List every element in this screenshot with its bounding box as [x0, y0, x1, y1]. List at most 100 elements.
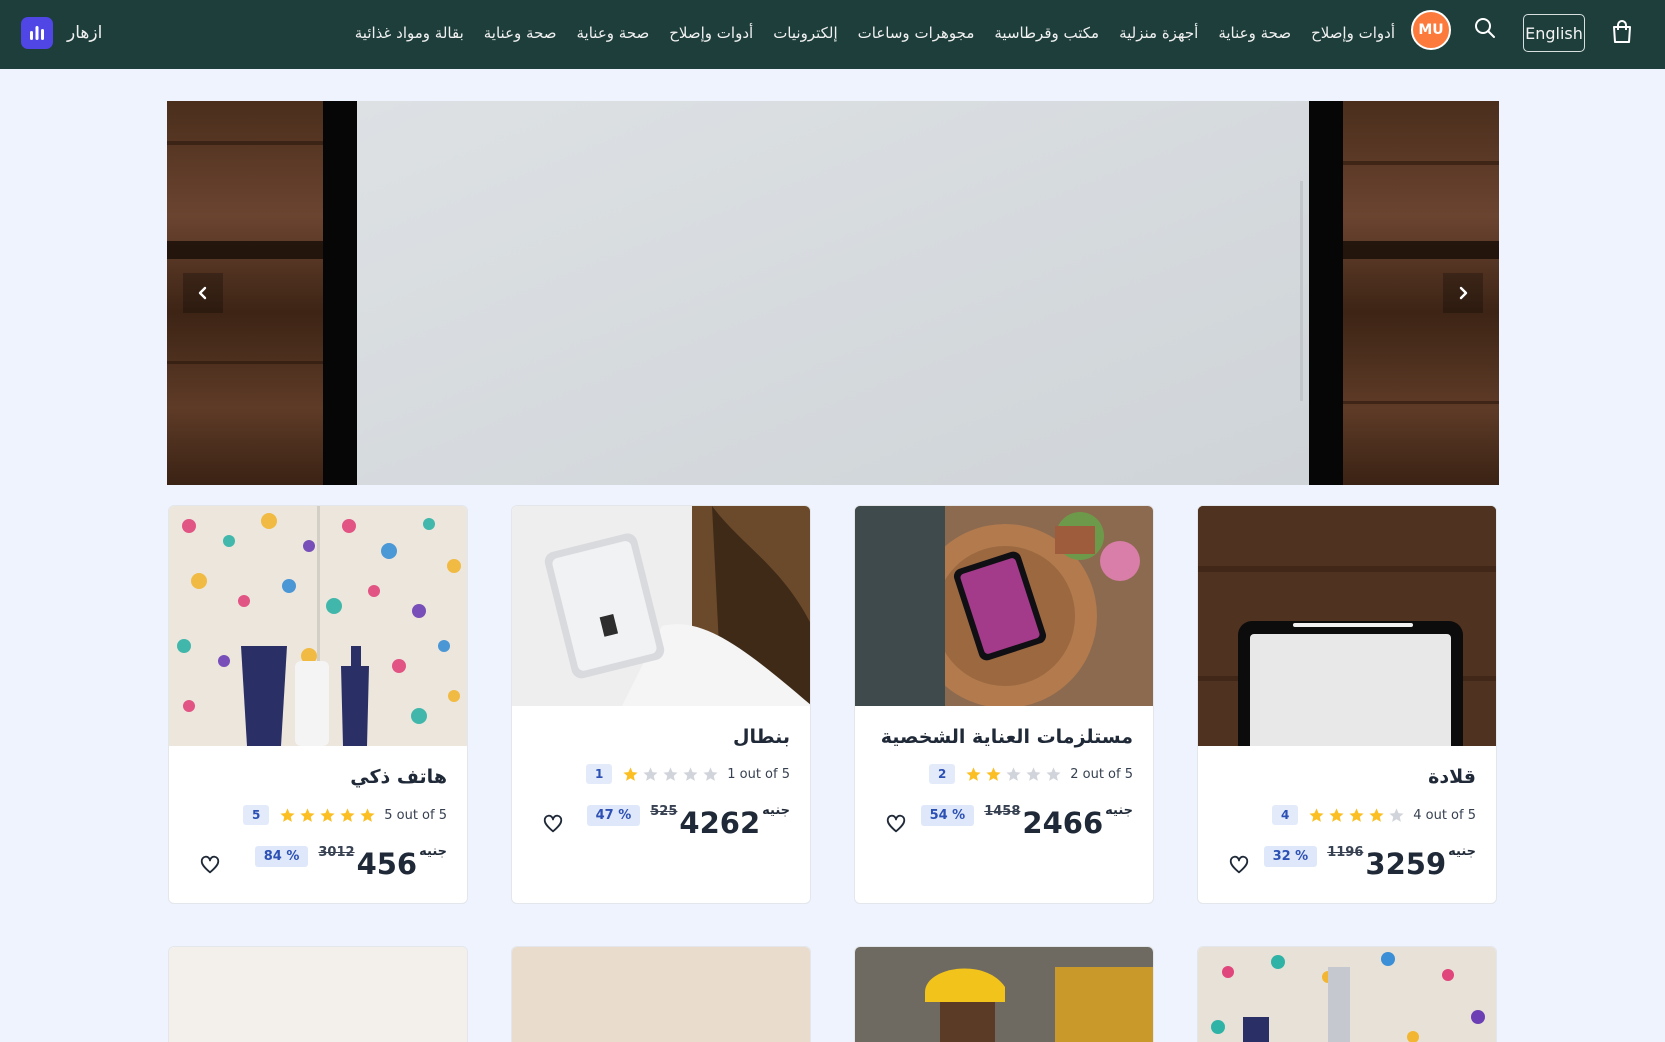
- nav-link-health-care-2[interactable]: صحة وعناية: [577, 24, 650, 42]
- star-filled-icon: [1329, 807, 1344, 822]
- rating-count-badge: 4: [1272, 805, 1299, 825]
- brand[interactable]: ازهار: [21, 17, 102, 49]
- price-row: 47 % 525 4262 جنيه: [586, 801, 790, 841]
- currency: جنيه: [419, 844, 447, 859]
- star-empty-icon: [1046, 766, 1061, 781]
- star-filled-icon: [623, 766, 638, 781]
- product-card[interactable]: [1197, 946, 1497, 1042]
- discount-badge: 32 %: [1263, 846, 1318, 867]
- star-filled-icon: [300, 807, 315, 822]
- nav-link-tools-2[interactable]: أدوات وإصلاح: [1311, 24, 1395, 42]
- user-avatar[interactable]: MU: [1411, 10, 1451, 50]
- wishlist-button[interactable]: [199, 854, 221, 876]
- star-empty-icon: [1026, 766, 1041, 781]
- old-price: 3012: [318, 845, 355, 860]
- price: 2466: [1022, 806, 1104, 840]
- rating-count-badge: 2: [929, 764, 956, 784]
- price: 3259: [1365, 847, 1447, 881]
- product-title[interactable]: بنطال: [530, 726, 790, 748]
- rating-text: 5 out of 5: [384, 807, 447, 823]
- product-card[interactable]: بنطال 1 1 out of 5 47 % 525 4262 جنيه: [511, 505, 811, 904]
- star-filled-icon: [280, 807, 295, 822]
- star-filled-icon: [986, 766, 1001, 781]
- product-card[interactable]: قلادة 4 4 out of 5 32 % 1196 3259 جنيه: [1197, 505, 1497, 904]
- nav-link-tools[interactable]: أدوات وإصلاح: [669, 24, 753, 42]
- product-rating: 1 1 out of 5: [586, 763, 790, 785]
- star-rating: [622, 766, 719, 783]
- search-button[interactable]: [1474, 17, 1498, 41]
- product-image[interactable]: [1198, 506, 1496, 746]
- carousel-prev-button[interactable]: [183, 273, 223, 313]
- product-image[interactable]: [855, 947, 1154, 1042]
- product-image[interactable]: [1198, 947, 1497, 1042]
- old-price: 1458: [984, 804, 1021, 819]
- nav-link-health-care-3[interactable]: صحة وعناية: [1218, 24, 1291, 42]
- wishlist-button[interactable]: [885, 813, 907, 835]
- heart-icon: [1229, 855, 1249, 874]
- heart-icon: [200, 855, 220, 874]
- heart-icon: [886, 814, 906, 833]
- product-image[interactable]: [512, 947, 811, 1042]
- star-empty-icon: [683, 766, 698, 781]
- product-title[interactable]: مستلزمات العناية الشخصية: [873, 726, 1133, 748]
- star-empty-icon: [663, 766, 678, 781]
- product-card[interactable]: [854, 946, 1154, 1042]
- nav-link-office[interactable]: مكتب وقرطاسية: [994, 24, 1099, 42]
- star-filled-icon: [1369, 807, 1384, 822]
- currency: جنيه: [762, 803, 790, 818]
- cart-icon: [1613, 20, 1631, 43]
- product-rating: 2 2 out of 5: [929, 763, 1133, 785]
- product-title[interactable]: قلادة: [1216, 766, 1476, 788]
- chevron-left-icon: [198, 286, 207, 300]
- product-card[interactable]: [511, 946, 811, 1042]
- chevron-right-icon: [1459, 286, 1468, 300]
- nav-link-grocery[interactable]: بقالة ومواد غذائية: [355, 24, 464, 42]
- product-card[interactable]: هاتف ذكي 5 5 out of 5 84 % 3012 456 جنيه: [168, 505, 468, 904]
- nav-link-appliances[interactable]: أجهزة منزلية: [1119, 24, 1198, 42]
- product-title[interactable]: هاتف ذكي: [187, 766, 447, 788]
- hero-image: [167, 101, 1499, 485]
- discount-badge: 54 %: [920, 805, 975, 826]
- price-row: 54 % 1458 2466 جنيه: [920, 801, 1133, 841]
- star-rating: [1308, 807, 1405, 824]
- product-image[interactable]: [855, 506, 1153, 706]
- brand-name: ازهار: [67, 23, 103, 43]
- old-price: 525: [650, 804, 678, 819]
- wishlist-button[interactable]: [542, 813, 564, 835]
- rating-text: 1 out of 5: [727, 766, 790, 782]
- star-filled-icon: [1309, 807, 1324, 822]
- bar-chart-logo-icon: [21, 17, 53, 49]
- star-filled-icon: [340, 807, 355, 822]
- discount-badge: 47 %: [586, 805, 641, 826]
- search-icon: [1475, 18, 1495, 38]
- discount-badge: 84 %: [254, 846, 309, 867]
- star-empty-icon: [1389, 807, 1404, 822]
- price-row: 32 % 1196 3259 جنيه: [1263, 842, 1476, 882]
- price: 456: [356, 847, 418, 881]
- old-price: 1196: [1327, 845, 1364, 860]
- wishlist-button[interactable]: [1228, 854, 1250, 876]
- product-rating: 4 4 out of 5: [1272, 804, 1476, 826]
- rating-text: 4 out of 5: [1413, 807, 1476, 823]
- nav-link-jewelry[interactable]: مجوهرات وساعات: [858, 24, 975, 42]
- rating-text: 2 out of 5: [1070, 766, 1133, 782]
- star-filled-icon: [320, 807, 335, 822]
- product-card[interactable]: [168, 946, 468, 1042]
- nav-link-electronics[interactable]: إلكترونيات: [773, 24, 837, 42]
- price-row: 84 % 3012 456 جنيه: [254, 842, 447, 882]
- language-toggle-button[interactable]: English: [1523, 14, 1585, 52]
- rating-count-badge: 1: [586, 764, 613, 784]
- carousel-next-button[interactable]: [1443, 273, 1483, 313]
- product-image[interactable]: [512, 506, 810, 706]
- rating-count-badge: 5: [243, 805, 270, 825]
- star-filled-icon: [966, 766, 981, 781]
- currency: جنيه: [1448, 844, 1476, 859]
- cart-button[interactable]: [1608, 15, 1636, 49]
- product-rating: 5 5 out of 5: [243, 804, 447, 826]
- top-navbar: English MU بقالة ومواد غذائية صحة وعناية…: [0, 0, 1665, 69]
- star-rating: [279, 807, 376, 824]
- nav-link-health-care[interactable]: صحة وعناية: [484, 24, 557, 42]
- product-card[interactable]: مستلزمات العناية الشخصية 2 2 out of 5 54…: [854, 505, 1154, 904]
- product-image[interactable]: [169, 947, 468, 1042]
- product-image[interactable]: [169, 506, 467, 746]
